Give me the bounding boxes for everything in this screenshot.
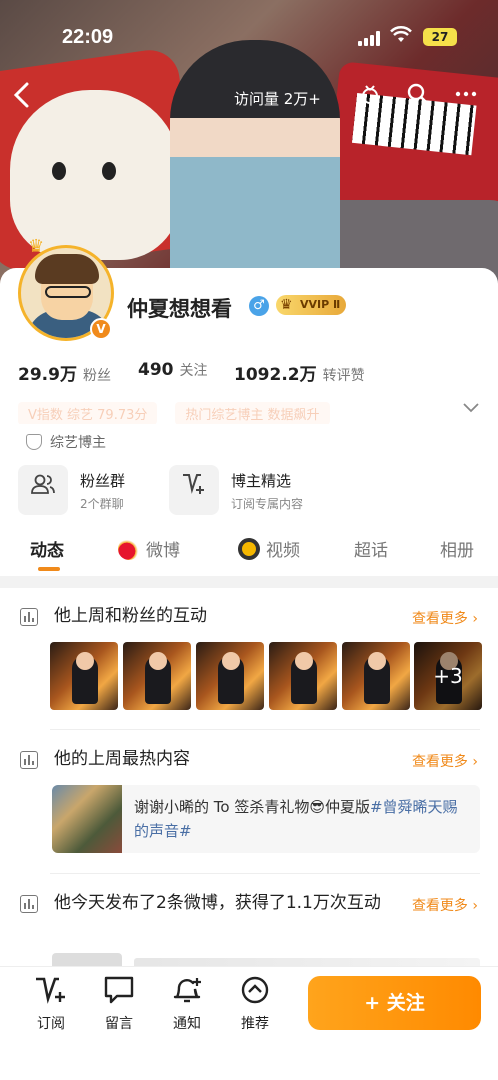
- top-nav: 访问量 2万+: [0, 74, 498, 118]
- fan-group-button[interactable]: 粉丝群 2个群聊: [18, 465, 158, 517]
- tab-supertopic[interactable]: 超话: [354, 536, 388, 561]
- divider: [50, 729, 480, 730]
- active-tab-indicator: [38, 567, 60, 571]
- subscribe-button[interactable]: 订阅: [26, 975, 76, 1033]
- tab-feed[interactable]: 动态: [30, 536, 64, 561]
- see-more-link[interactable]: 查看更多 ›: [412, 751, 478, 771]
- search-icon[interactable]: [406, 82, 430, 112]
- verified-badge-icon: V: [90, 318, 112, 340]
- status-bar: 22:09 27: [0, 0, 498, 70]
- see-more-link[interactable]: 查看更多 ›: [412, 608, 478, 628]
- more-icon[interactable]: [454, 82, 478, 112]
- post-thumbnail: [52, 785, 122, 853]
- message-button[interactable]: 留言: [94, 975, 144, 1033]
- hot-post-card[interactable]: 谢谢小晞的 To 签杀青礼物😎仲夏版#曾舜晞天赐的声音#: [52, 785, 480, 853]
- male-icon: ♂: [249, 296, 269, 316]
- subscribe-icon: [169, 465, 219, 515]
- section-title: 他上周和粉丝的互动: [54, 606, 207, 626]
- profile-tag: V指数 综艺 79.73分: [18, 402, 158, 424]
- crown-icon: ♛: [280, 297, 293, 313]
- weibo-icon: [118, 538, 140, 560]
- section-title: 他今天发布了2条微博，获得了1.1万次互动: [54, 893, 381, 913]
- photo-thumbnail[interactable]: +3: [414, 642, 482, 710]
- group-icon: [18, 465, 68, 515]
- photo-thumbnail[interactable]: [123, 642, 191, 710]
- battery-icon: 27: [423, 28, 457, 46]
- notify-button[interactable]: 通知: [162, 975, 212, 1033]
- section-title: 他的上周最热内容: [54, 749, 190, 769]
- profile-name: 仲夏想想看: [127, 297, 232, 321]
- chart-icon: [20, 608, 38, 626]
- back-icon[interactable]: [12, 80, 32, 116]
- status-time: 22:09: [62, 26, 114, 48]
- profile-tabs: 动态 微博 视频 超话 相册: [0, 530, 498, 574]
- stat-following[interactable]: 490 关注: [138, 360, 208, 380]
- divider: [50, 873, 480, 874]
- see-more-link[interactable]: 查看更多 ›: [412, 895, 478, 915]
- featured-content-button[interactable]: 博主精选 订阅专属内容: [169, 465, 329, 517]
- tab-album[interactable]: 相册: [440, 536, 474, 561]
- chevron-down-icon[interactable]: [462, 398, 480, 419]
- post-text: 谢谢小晞的 To 签杀青礼物😎仲夏版#曾舜晞天赐的声音#: [134, 798, 458, 840]
- tab-video[interactable]: 视频: [238, 536, 300, 561]
- video-icon: [238, 538, 260, 560]
- profile-tags: V指数 综艺 79.73分 热门综艺博主 数据飙升: [18, 402, 438, 424]
- follow-button[interactable]: + 关注: [308, 976, 481, 1030]
- tab-weibo[interactable]: 微博: [118, 536, 180, 561]
- photo-thumbnail[interactable]: [196, 642, 264, 710]
- chart-icon: [20, 895, 38, 913]
- photo-thumbnail[interactable]: [269, 642, 337, 710]
- profile-tag: 热门综艺博主 数据飙升: [175, 402, 330, 424]
- recommend-icon: [230, 975, 280, 1009]
- chart-icon: [20, 751, 38, 769]
- photo-thumbnail[interactable]: [50, 642, 118, 710]
- more-photos-count: +3: [414, 642, 482, 710]
- gift-icon[interactable]: [358, 82, 382, 112]
- stat-likes[interactable]: 1092.2万 转评赞: [234, 360, 365, 385]
- signal-icon: [358, 30, 384, 46]
- stat-fans[interactable]: 29.9万 粉丝: [18, 360, 111, 385]
- visits-count[interactable]: 访问量 2万+: [234, 88, 321, 109]
- photo-thumbnail[interactable]: [342, 642, 410, 710]
- message-icon: [94, 975, 144, 1009]
- subscribe-icon: [26, 975, 76, 1009]
- shield-icon: [26, 434, 42, 450]
- section-gap: [0, 576, 498, 588]
- profile-tagline: 综艺博主: [26, 432, 106, 452]
- recommend-button[interactable]: 推荐: [230, 975, 280, 1033]
- bell-plus-icon: [162, 975, 212, 1009]
- wifi-icon: [390, 26, 412, 49]
- interaction-thumbnails: +3: [50, 642, 482, 710]
- crown-icon: ♛: [28, 236, 45, 257]
- vvip-badge[interactable]: ♛ VVIP Ⅱ: [276, 295, 347, 315]
